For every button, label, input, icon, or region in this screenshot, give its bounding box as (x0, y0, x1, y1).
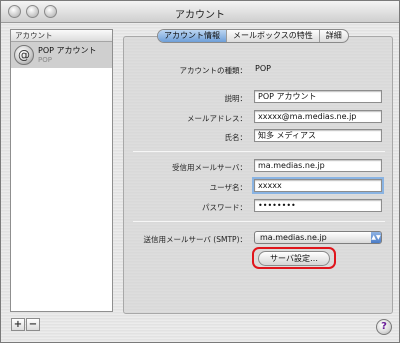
popup-arrows-icon: ▲▼ (371, 232, 381, 243)
account-info-panel (123, 36, 393, 314)
account-type-value: POP (255, 64, 271, 73)
description-field[interactable]: POP アカウント (254, 90, 382, 103)
email-label: メールアドレス： (187, 114, 247, 123)
help-button[interactable]: ? (376, 319, 392, 335)
smtp-server-select[interactable]: ma.medias.ne.jp ▲▼ (254, 231, 382, 244)
username-field[interactable]: xxxxx (252, 177, 384, 194)
account-list-header: アカウント (11, 30, 112, 42)
at-sign-icon: @ (14, 45, 34, 65)
incoming-server-label: 受信用メールサーバ： (172, 163, 247, 172)
account-list-item[interactable]: @ POP アカウント POP (11, 42, 112, 68)
account-list-buttons: + − (11, 318, 41, 331)
tab-advanced[interactable]: 詳細 (320, 30, 348, 42)
separator (133, 151, 385, 152)
account-type: POP (38, 56, 52, 64)
password-field[interactable]: •••••••• (254, 199, 382, 212)
server-settings-button[interactable]: サーバ設定… (258, 251, 330, 266)
account-type-label: アカウントの種類： (179, 66, 248, 75)
incoming-server-field[interactable]: ma.medias.ne.jp (254, 159, 382, 172)
fullname-field[interactable]: 知多 メディアス (254, 129, 382, 142)
email-field[interactable]: xxxxx@ma.medias.ne.jp (254, 110, 382, 123)
account-window: アカウント アカウント @ POP アカウント POP + − アカウント情報 メ… (0, 0, 400, 343)
description-label: 説明： (224, 94, 248, 103)
password-label: パスワード： (202, 203, 247, 212)
tab-bar: アカウント情報 メールボックスの特性 詳細 (157, 29, 349, 43)
account-name: POP アカウント (38, 46, 97, 55)
window-title: アカウント (175, 10, 225, 21)
title-bar: アカウント (1, 1, 399, 23)
tab-account-info[interactable]: アカウント情報 (158, 30, 227, 42)
remove-account-button[interactable]: − (26, 318, 40, 331)
add-account-button[interactable]: + (11, 318, 25, 331)
separator (133, 221, 385, 222)
smtp-server-value: ma.medias.ne.jp (260, 233, 327, 242)
fullname-label: 氏名： (224, 133, 248, 142)
smtp-label: 送信用メールサーバ (SMTP)： (143, 235, 248, 244)
tab-mailbox-behaviors[interactable]: メールボックスの特性 (227, 30, 320, 42)
account-list: アカウント @ POP アカウント POP (10, 29, 113, 312)
username-label: ユーザ名： (209, 183, 247, 192)
